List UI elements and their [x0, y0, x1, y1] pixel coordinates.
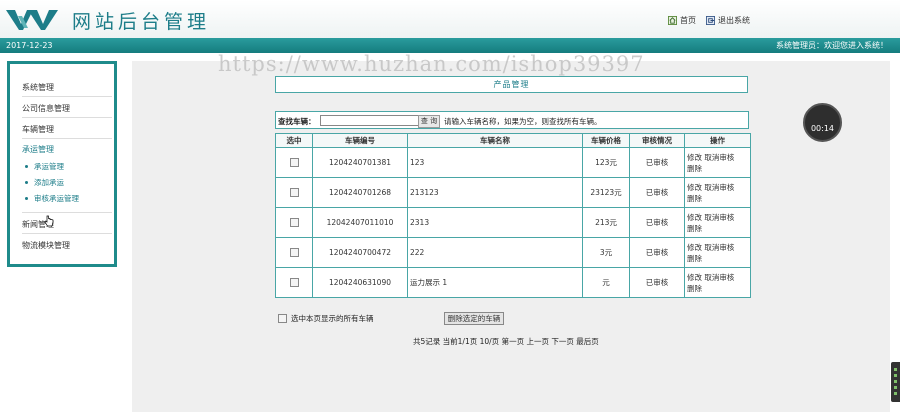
- cell-audit-status: 已审核: [629, 237, 685, 268]
- site-title: 网站后台管理: [72, 11, 211, 33]
- sidebar-sub-audit-carrier[interactable]: 审核承运管理: [34, 193, 79, 204]
- sidebar-divider: [22, 117, 112, 118]
- select-all-checkbox[interactable]: [278, 314, 287, 323]
- table-row: 1204240631090 运力展示 1 元 已审核 修改 取消审核 删除: [275, 267, 751, 298]
- col-vehicle-price: 车辆价格: [582, 133, 630, 148]
- sidebar-divider: [22, 138, 112, 139]
- sidebar-item-system[interactable]: 系统管理: [22, 82, 54, 93]
- search-bar: 查找车辆： 查 询 请输入车辆名称，如果为空，则查找所有车辆。: [275, 111, 749, 129]
- home-link[interactable]: 首页: [668, 15, 696, 26]
- sidebar-menu: 系统管理 公司信息管理 车辆管理 承运管理 承运管理 添加承运 审核承运管理 新…: [7, 61, 117, 267]
- logo-icon: [6, 10, 58, 30]
- bullet-icon: [25, 197, 28, 200]
- home-icon: [668, 16, 677, 25]
- logout-label: 退出系统: [718, 16, 750, 25]
- bullet-icon: [25, 165, 28, 168]
- logout-icon: [706, 16, 715, 25]
- hand-cursor-icon: [44, 215, 54, 227]
- cell-vehicle-price: 23123元: [582, 177, 630, 208]
- logout-link[interactable]: 退出系统: [706, 15, 750, 26]
- table-header-row: 选中 车辆编号 车辆名称 车辆价格 审核情况 操作: [275, 133, 751, 148]
- info-bar: 2017-12-23 系统管理员：欢迎您进入系统！: [0, 38, 900, 53]
- cancel-audit-link[interactable]: 取消审核: [704, 213, 734, 222]
- cell-audit-status: 已审核: [629, 267, 685, 298]
- row-checkbox[interactable]: [289, 248, 299, 258]
- col-vehicle-name: 车辆名称: [407, 133, 583, 148]
- delete-link[interactable]: 删除: [687, 164, 702, 173]
- cancel-audit-link[interactable]: 取消审核: [704, 243, 734, 252]
- delete-selected-button[interactable]: 删除选定的车辆: [444, 312, 504, 325]
- row-checkbox[interactable]: [289, 158, 299, 168]
- cell-vehicle-id: 1204240631090: [312, 267, 408, 298]
- table-row: 1204240701268 213123 23123元 已审核 修改 取消审核删…: [275, 177, 751, 208]
- edit-link[interactable]: 修改: [687, 213, 702, 222]
- cell-vehicle-id: 1204240701381: [312, 147, 408, 178]
- row-checkbox[interactable]: [289, 218, 299, 228]
- search-hint: 请输入车辆名称，如果为空，则查找所有车辆。: [444, 117, 602, 126]
- delete-link[interactable]: 删除: [687, 284, 702, 293]
- sidebar-item-logistics[interactable]: 物流模块管理: [22, 240, 70, 251]
- row-checkbox[interactable]: [289, 188, 299, 198]
- cell-vehicle-name: 运力展示 1: [407, 267, 583, 298]
- cell-vehicle-price: 213元: [582, 207, 630, 238]
- watermark-text: https://www.huzhan.com/ishop39397: [218, 52, 645, 76]
- cell-audit-status: 已审核: [629, 177, 685, 208]
- search-input[interactable]: [320, 115, 420, 126]
- sidebar-item-vehicle[interactable]: 车辆管理: [22, 124, 54, 135]
- sidebar-divider: [22, 212, 112, 213]
- col-select: 选中: [275, 133, 313, 148]
- cell-vehicle-price: 123元: [582, 147, 630, 178]
- sidebar-item-company[interactable]: 公司信息管理: [22, 103, 70, 114]
- table-row: 12042407011010 2313 213元 已审核 修改 取消审核 删除: [275, 207, 751, 238]
- cell-audit-status: 已审核: [629, 207, 685, 238]
- cell-vehicle-id: 1204240700472: [312, 237, 408, 268]
- cell-vehicle-name: 123: [407, 147, 583, 178]
- cell-vehicle-price: 元: [582, 267, 630, 298]
- cancel-audit-link[interactable]: 取消审核: [704, 153, 734, 162]
- col-audit-status: 审核情况: [629, 133, 685, 148]
- side-widget-handle[interactable]: [891, 362, 900, 402]
- edit-link[interactable]: 修改: [687, 153, 702, 162]
- edit-link[interactable]: 修改: [687, 273, 702, 282]
- delete-link[interactable]: 删除: [687, 224, 702, 233]
- delete-link[interactable]: 删除: [687, 254, 702, 263]
- col-operations: 操作: [684, 133, 751, 148]
- col-vehicle-id: 车辆编号: [312, 133, 408, 148]
- current-date: 2017-12-23: [6, 41, 53, 50]
- sidebar-sub-add-carrier[interactable]: 添加承运: [34, 177, 64, 188]
- cancel-audit-link[interactable]: 取消审核: [704, 273, 734, 282]
- recording-timer: 00:14: [803, 103, 842, 142]
- cell-vehicle-name: 222: [407, 237, 583, 268]
- select-all-label: 选中本页显示的所有车辆: [291, 314, 374, 323]
- cell-vehicle-id: 12042407011010: [312, 207, 408, 238]
- pagination: 共5记录 当前1/1页 10/页 第一页 上一页 下一页 最后页: [413, 337, 599, 346]
- search-button[interactable]: 查 询: [418, 115, 440, 128]
- sidebar-item-carrier[interactable]: 承运管理: [22, 144, 54, 155]
- edit-link[interactable]: 修改: [687, 243, 702, 252]
- cell-audit-status: 已审核: [629, 147, 685, 178]
- cell-vehicle-name: 213123: [407, 177, 583, 208]
- edit-link[interactable]: 修改: [687, 183, 702, 192]
- cancel-audit-link[interactable]: 取消审核: [704, 183, 734, 192]
- vehicle-table: 选中 车辆编号 车辆名称 车辆价格 审核情况 操作 1204240701381 …: [275, 133, 751, 298]
- sidebar-divider: [22, 96, 112, 97]
- cell-vehicle-name: 2313: [407, 207, 583, 238]
- home-label: 首页: [680, 16, 696, 25]
- bullet-icon: [25, 181, 28, 184]
- delete-link[interactable]: 删除: [687, 194, 702, 203]
- table-row: 1204240700472 222 3元 已审核 修改 取消审核 删除: [275, 237, 751, 268]
- sidebar-divider: [22, 233, 112, 234]
- page-title: 产品管理: [275, 76, 748, 93]
- row-checkbox[interactable]: [289, 278, 299, 288]
- sidebar-sub-carrier-manage[interactable]: 承运管理: [34, 161, 64, 172]
- header-bar: 网站后台管理 首页 退出系统: [0, 0, 900, 38]
- search-label: 查找车辆：: [278, 117, 316, 126]
- welcome-text: 系统管理员：欢迎您进入系统！: [776, 41, 888, 50]
- cell-vehicle-id: 1204240701268: [312, 177, 408, 208]
- table-row: 1204240701381 123 123元 已审核 修改 取消审核 删除: [275, 147, 751, 178]
- timer-text: 00:14: [810, 124, 835, 133]
- cell-vehicle-price: 3元: [582, 237, 630, 268]
